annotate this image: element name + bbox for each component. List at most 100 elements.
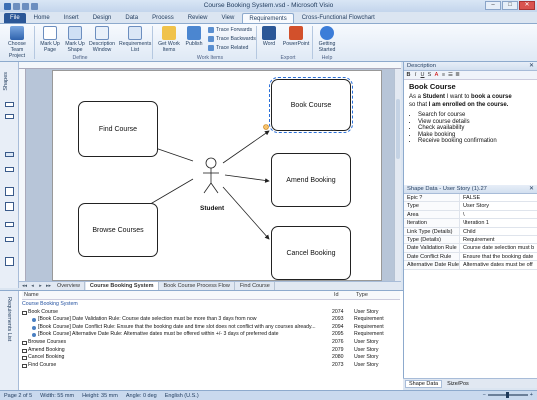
stencil-shape[interactable] — [5, 187, 14, 196]
table-row[interactable]: Book Course 2074 User Story — [22, 309, 400, 317]
table-row[interactable]: [Book Course] Date Validation Rule: Cour… — [22, 316, 400, 324]
getting-started-button[interactable]: Getting Started — [314, 26, 340, 53]
get-work-items-button[interactable]: Get Work Items — [155, 26, 183, 53]
table-row[interactable]: Course Booking System — [22, 301, 400, 309]
page-tab-overview[interactable]: Overview — [53, 282, 85, 290]
table-row[interactable]: Find Course 2073 User Story — [22, 362, 400, 370]
zoom-knob[interactable] — [505, 392, 509, 398]
requirements-list-button[interactable]: Requirements List — [119, 26, 151, 53]
shape-data-value[interactable]: \ — [460, 211, 537, 218]
shape-data-row[interactable]: Link Type (Details) Child — [404, 227, 537, 236]
publish-button[interactable]: Publish — [182, 26, 206, 47]
trace-forwards-button[interactable]: Trace Forwards — [208, 27, 252, 33]
column-header-id[interactable]: Id — [332, 291, 354, 299]
status-language[interactable]: English (U.S.) — [165, 393, 199, 399]
zoom-track[interactable] — [487, 392, 528, 398]
tab-file[interactable]: File — [4, 13, 26, 23]
zoom-in-icon[interactable]: + — [530, 392, 533, 398]
stencil-shape[interactable] — [5, 237, 14, 242]
stencil-shape[interactable] — [5, 257, 14, 266]
shape-data-row[interactable]: Epic ? FALSE — [404, 194, 537, 203]
choose-team-project-button[interactable]: Choose Team Project — [4, 26, 30, 59]
first-page-icon[interactable]: ◂◂ — [21, 283, 28, 289]
shape-data-row[interactable]: Type (Details) Requirement — [404, 235, 537, 245]
shape-data-row[interactable]: Alternative Date Rule Alternative dates m… — [404, 261, 537, 270]
shape-data-value[interactable]: FALSE — [460, 194, 537, 201]
page-tab-course-booking-system[interactable]: Course Booking System — [85, 282, 159, 290]
tab-view[interactable]: View — [215, 13, 240, 23]
shape-data-value[interactable]: Alternative dates must be off — [460, 261, 537, 268]
shape-data-value[interactable]: Course date selection must b — [460, 244, 537, 251]
tab-home[interactable]: Home — [28, 13, 56, 23]
last-page-icon[interactable]: ▸▸ — [45, 283, 52, 289]
tab-review[interactable]: Review — [182, 13, 214, 23]
stencil-shape[interactable] — [5, 102, 14, 107]
mark-up-shape-button[interactable]: Mark Up Shape — [62, 26, 88, 53]
shape-browse-courses[interactable]: Browse Courses — [78, 203, 158, 257]
stencil-shape[interactable] — [5, 152, 14, 157]
status-page[interactable]: Page 2 of 5 — [4, 393, 32, 399]
table-row[interactable]: [Book Course] Alternative Date Rule: Alt… — [22, 331, 400, 339]
trace-backwards-button[interactable]: Trace Backwards — [208, 36, 256, 42]
tab-requirements[interactable]: Requirements — [242, 13, 294, 23]
underline-icon[interactable]: U — [420, 72, 425, 78]
italic-icon[interactable]: I — [413, 72, 418, 78]
stencil-shape[interactable] — [5, 167, 14, 172]
align-icon[interactable]: ≣ — [455, 72, 460, 78]
table-row[interactable]: Amend Booking 2079 User Story — [22, 347, 400, 355]
student-actor-icon[interactable] — [203, 157, 219, 194]
vertical-scrollbar[interactable] — [394, 69, 401, 281]
tab-cross-functional-flowchart[interactable]: Cross-Functional Flowchart — [296, 13, 381, 23]
stencil-shape[interactable] — [5, 222, 14, 227]
tab-data[interactable]: Data — [119, 13, 144, 23]
connector-cancel-booking[interactable] — [222, 186, 270, 240]
table-row[interactable]: Cancel Booking 2080 User Story — [22, 354, 400, 362]
shape-data-row[interactable]: Iteration \Iteration 1 — [404, 219, 537, 228]
strikethrough-icon[interactable]: S — [427, 72, 432, 78]
stencil-shape[interactable] — [5, 114, 14, 119]
shape-data-row[interactable]: Type User Story — [404, 202, 537, 211]
description-window-button[interactable]: Description Window — [87, 26, 117, 53]
table-row[interactable]: Browse Courses 2076 User Story — [22, 339, 400, 347]
page-tab-book-course-process-flow[interactable]: Book Course Process Flow — [160, 282, 235, 290]
close-button[interactable]: ✕ — [519, 1, 535, 10]
shape-data-row[interactable]: Date Conflict Rule Ensure that the bookin… — [404, 252, 537, 262]
powerpoint-button[interactable]: PowerPoint — [281, 26, 311, 47]
zoom-slider[interactable]: − + — [483, 392, 533, 398]
shape-data-value[interactable]: Ensure that the booking date — [460, 253, 537, 260]
font-color-icon[interactable]: A — [434, 72, 439, 78]
mark-up-page-button[interactable]: Mark Up Page — [37, 26, 63, 53]
shape-data-value[interactable]: \Iteration 1 — [460, 219, 537, 226]
shape-data-row[interactable]: Area \ — [404, 210, 537, 220]
shape-cancel-booking[interactable]: Cancel Booking — [271, 226, 351, 280]
maximize-button[interactable]: □ — [502, 1, 518, 10]
scroll-thumb[interactable] — [396, 99, 400, 159]
shape-book-course[interactable]: Book Course — [269, 77, 353, 133]
tab-process[interactable]: Process — [146, 13, 180, 23]
shape-find-course[interactable]: Find Course — [78, 101, 158, 157]
shape-data-value[interactable]: Requirement — [460, 236, 537, 243]
prev-page-icon[interactable]: ◂ — [29, 283, 36, 289]
close-icon[interactable]: ✕ — [529, 185, 534, 194]
stencil-shape[interactable] — [5, 202, 14, 211]
shape-amend-booking[interactable]: Amend Booking — [271, 153, 351, 207]
diagram-page[interactable]: Find Course Browse Courses Book Course A… — [52, 70, 382, 281]
close-icon[interactable]: ✕ — [529, 62, 534, 71]
numbered-list-icon[interactable]: ☰ — [448, 72, 453, 78]
tab-shape-data[interactable]: Shape Data — [405, 379, 443, 388]
trace-related-button[interactable]: Trace Related — [208, 45, 248, 51]
description-editor[interactable]: Book Course As a Student I want to book … — [404, 80, 537, 185]
shape-data-value[interactable]: User Story — [460, 202, 537, 209]
next-page-icon[interactable]: ▸ — [37, 283, 44, 289]
connector-amend-booking[interactable] — [224, 174, 270, 183]
table-row[interactable]: [Book Course] Date Conflict Rule: Ensure… — [22, 324, 400, 332]
column-header-type[interactable]: Type — [354, 291, 370, 299]
page-tab-find-course[interactable]: Find Course — [236, 282, 275, 290]
bullet-list-icon[interactable]: ≡ — [441, 72, 446, 78]
tab-insert[interactable]: Insert — [58, 13, 85, 23]
bold-icon[interactable]: B — [406, 72, 411, 78]
word-button[interactable]: Word — [258, 26, 280, 47]
shape-data-row[interactable]: Date Validation Rule Course date selectio… — [404, 244, 537, 253]
column-header-name[interactable]: Name — [22, 291, 332, 299]
connector-book-course[interactable] — [222, 130, 270, 164]
